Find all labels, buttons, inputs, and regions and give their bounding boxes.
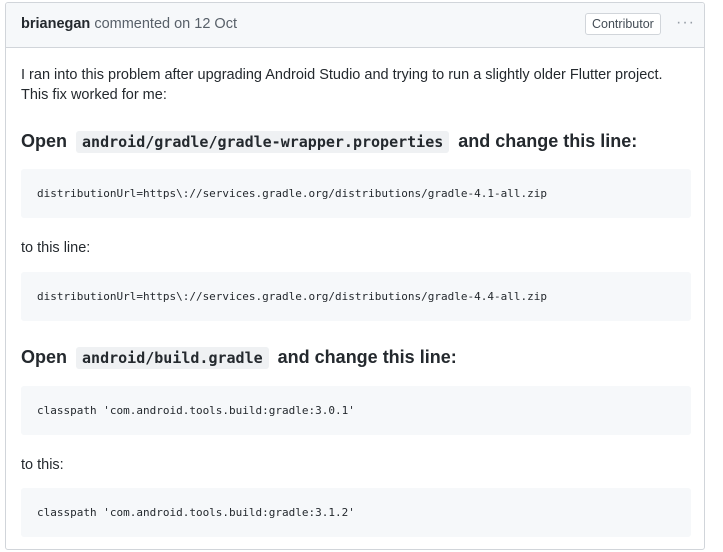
section1-suffix: and change this line: [458, 131, 638, 151]
section1-heading: Open android/gradle/gradle-wrapper.prope… [21, 128, 637, 155]
intro-line-1: I ran into this problem after upgrading … [21, 67, 663, 83]
section2-code-before: classpath 'com.android.tools.build:gradl… [21, 386, 691, 435]
comment-header-text: brianegan commented on 12 Oct [21, 16, 237, 32]
section2-code-after: classpath 'com.android.tools.build:gradl… [21, 488, 691, 537]
kebab-horizontal-icon[interactable]: ··· [676, 15, 694, 31]
section2-open-word: Open [21, 347, 68, 367]
intro-line-2: This fix worked for me: [21, 87, 167, 103]
section1-path-code: android/gradle/gradle-wrapper.properties [76, 131, 450, 153]
comment-header: brianegan commented on 12 Oct Contributo… [6, 3, 704, 48]
contributor-badge: Contributor [585, 13, 661, 35]
section1-code-before: distributionUrl=https\://services.gradle… [21, 169, 691, 218]
section2-suffix: and change this line: [277, 347, 457, 367]
comment-card: brianegan commented on 12 Oct Contributo… [5, 2, 705, 550]
section2-heading: Open android/build.gradle and change thi… [21, 344, 457, 371]
section1-code-after: distributionUrl=https\://services.gradle… [21, 272, 691, 321]
section2-to-text: to this: [21, 457, 64, 473]
section2-path-code: android/build.gradle [76, 347, 269, 369]
author-link[interactable]: brianegan [21, 16, 90, 32]
section1-to-text: to this line: [21, 240, 91, 256]
section1-open-word: Open [21, 131, 68, 151]
comment-action-text[interactable]: commented on 12 Oct [94, 16, 237, 32]
